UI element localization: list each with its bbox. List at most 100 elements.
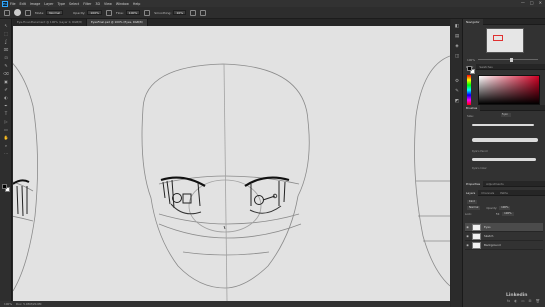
layer-effects-icon[interactable]: fx (507, 298, 510, 304)
pencil-tool-icon[interactable]: ✐ (3, 87, 9, 92)
layer-mask-icon[interactable]: ▭ (521, 298, 524, 304)
menu-filter[interactable]: Filter (83, 2, 91, 6)
flow-input[interactable]: 100% (125, 10, 141, 15)
hue-slider[interactable] (467, 75, 471, 105)
nose-mark (223, 225, 226, 230)
tab-channels[interactable]: Channels (478, 190, 497, 196)
eraser-tool-icon[interactable]: ⌫ (3, 71, 9, 76)
properties-panel-icon[interactable]: ▤ (454, 34, 460, 40)
tools-panel: ↖ ⬚ ʆ ⌧ ⊡ ✎ ⌫ ▣ ✐ ◐ ✒ T ▷ ▭ ✋ ⌕ ⋯ (0, 19, 12, 301)
pen-tool-icon[interactable]: ✒ (3, 103, 9, 108)
brush-settings-icon[interactable] (25, 9, 31, 16)
close-icon[interactable]: ✕ (539, 1, 542, 5)
navigator-view-box[interactable] (493, 35, 503, 41)
tab-swatches[interactable]: Swatches (476, 64, 495, 70)
adjustments-panel-icon[interactable]: ◫ (454, 54, 460, 60)
brush-size-input[interactable]: 5 px (501, 113, 511, 117)
type-tool-icon[interactable]: T (3, 111, 9, 116)
menu-image[interactable]: Image (30, 2, 40, 6)
layer-row-eyes[interactable]: ◉ Eyes (465, 223, 543, 232)
zoom-tool-icon[interactable]: ⌕ (3, 143, 9, 148)
hand-tool-icon[interactable]: ✋ (3, 135, 9, 140)
delete-layer-icon[interactable]: 🗑 (536, 298, 540, 304)
libraries-panel-icon[interactable]: ◈ (454, 44, 460, 50)
brush-preset-picker[interactable] (14, 9, 21, 16)
layer-opacity-label: Opacity: (486, 206, 498, 210)
adjustment-layer-icon[interactable]: ◐ (514, 298, 517, 304)
layer-opacity-input[interactable]: 100% (499, 205, 511, 211)
layer-row-background[interactable]: ◉ Background (465, 241, 543, 250)
marquee-tool-icon[interactable]: ⬚ (3, 31, 9, 36)
visibility-eye-icon[interactable]: ◉ (465, 243, 470, 247)
color-foreground-swatch[interactable] (467, 66, 472, 71)
move-tool-icon[interactable]: ↖ (3, 23, 9, 28)
pressure-size-icon[interactable] (200, 9, 207, 16)
quick-select-tool-icon[interactable]: ⌧ (3, 47, 9, 52)
brush-preview-inker[interactable] (472, 158, 536, 161)
menu-type[interactable]: Type (57, 2, 65, 6)
visibility-eye-icon[interactable]: ◉ (465, 234, 470, 238)
opacity-input[interactable]: 100% (87, 10, 102, 15)
menu-edit[interactable]: Edit (20, 2, 26, 6)
smoothing-input[interactable]: 10% (173, 10, 187, 15)
navigator-zoom-slider[interactable] (478, 57, 538, 62)
new-layer-icon[interactable]: ⊞ (529, 298, 532, 304)
pressure-opacity-icon[interactable] (105, 9, 112, 16)
tab-eye-final-placement[interactable]: Eye-Final-Placement @ 100% (Layer 0, RGB… (13, 19, 87, 26)
maximize-icon[interactable]: □ (530, 1, 534, 5)
menu-file[interactable]: File (10, 2, 16, 6)
brush-settings-panel-icon[interactable]: ⚙ (454, 79, 460, 85)
menu-select[interactable]: Select (69, 2, 79, 6)
tab-adjustments[interactable]: Adjustments (483, 181, 507, 187)
brush-preview-stroke[interactable] (472, 124, 534, 126)
dodge-tool-icon[interactable]: ◐ (3, 95, 9, 100)
brush-size-label: Size: (467, 114, 474, 118)
nose-guideline (158, 223, 302, 239)
zoom-level[interactable]: 100% (4, 302, 12, 306)
more-tools-icon[interactable]: ⋯ (3, 151, 9, 156)
tab-eyes-final[interactable]: EyesFinal.psd @ 100% (Eyes, RGB/8) (87, 19, 148, 26)
rectangle-tool-icon[interactable]: ▭ (3, 127, 9, 132)
brush-name-inker: Kyle's Inker (472, 167, 487, 170)
visibility-eye-icon[interactable]: ◉ (465, 225, 470, 229)
menu-bar: Ps File Edit Image Layer Type Select Fil… (0, 0, 545, 7)
menu-3d[interactable]: 3D (95, 2, 100, 6)
tab-brushes[interactable]: Brushes (463, 104, 481, 111)
crop-tool-icon[interactable]: ⊡ (3, 55, 9, 60)
layer-fill-label: Fill: (495, 212, 501, 216)
tab-properties[interactable]: Properties (463, 180, 484, 187)
path-select-tool-icon[interactable]: ▷ (3, 119, 9, 124)
foreground-color-swatch[interactable] (2, 184, 7, 189)
layer-row-sketch[interactable]: ◉ Sketch (465, 232, 543, 241)
document-info: Doc: 5.93M/20.6M (16, 302, 42, 306)
airbrush-icon[interactable] (144, 9, 151, 16)
character-panel-icon[interactable]: ◩ (454, 99, 460, 105)
tab-layers[interactable]: Layers (463, 189, 479, 196)
brush-tool-icon[interactable]: ✎ (3, 63, 9, 68)
color-picker-field[interactable] (478, 75, 540, 105)
tab-navigator[interactable]: Navigator (463, 18, 483, 25)
navigator-thumbnail[interactable] (486, 28, 524, 53)
history-panel-icon[interactable]: ◧ (454, 24, 460, 30)
left-partial-eye-drawing (13, 179, 30, 217)
brush-preview-pencil[interactable] (472, 138, 538, 142)
minimize-icon[interactable]: — (521, 1, 525, 5)
navigator-zoom-knob[interactable] (510, 57, 514, 62)
lasso-tool-icon[interactable]: ʆ (3, 39, 9, 44)
menu-window[interactable]: Window (116, 2, 129, 6)
smoothing-settings-icon[interactable] (190, 9, 197, 16)
navigator-zoom-value[interactable]: 100% (467, 58, 475, 62)
left-eye-drawing (160, 176, 206, 215)
menu-view[interactable]: View (104, 2, 112, 6)
tab-paths[interactable]: Paths (497, 190, 511, 196)
clone-source-panel-icon[interactable]: ✎ (454, 89, 460, 95)
brush-tool-preset-icon[interactable] (4, 9, 10, 16)
layer-fill-input[interactable]: 100% (502, 211, 514, 217)
menu-layer[interactable]: Layer (44, 2, 53, 6)
menu-help[interactable]: Help (133, 2, 141, 6)
mode-select[interactable]: Normal (46, 10, 64, 15)
layer-blend-mode-select[interactable]: Normal (467, 205, 481, 211)
gradient-tool-icon[interactable]: ▣ (3, 79, 9, 84)
layer-kind-filter[interactable]: Kind (467, 199, 477, 205)
document-canvas[interactable] (13, 26, 450, 301)
